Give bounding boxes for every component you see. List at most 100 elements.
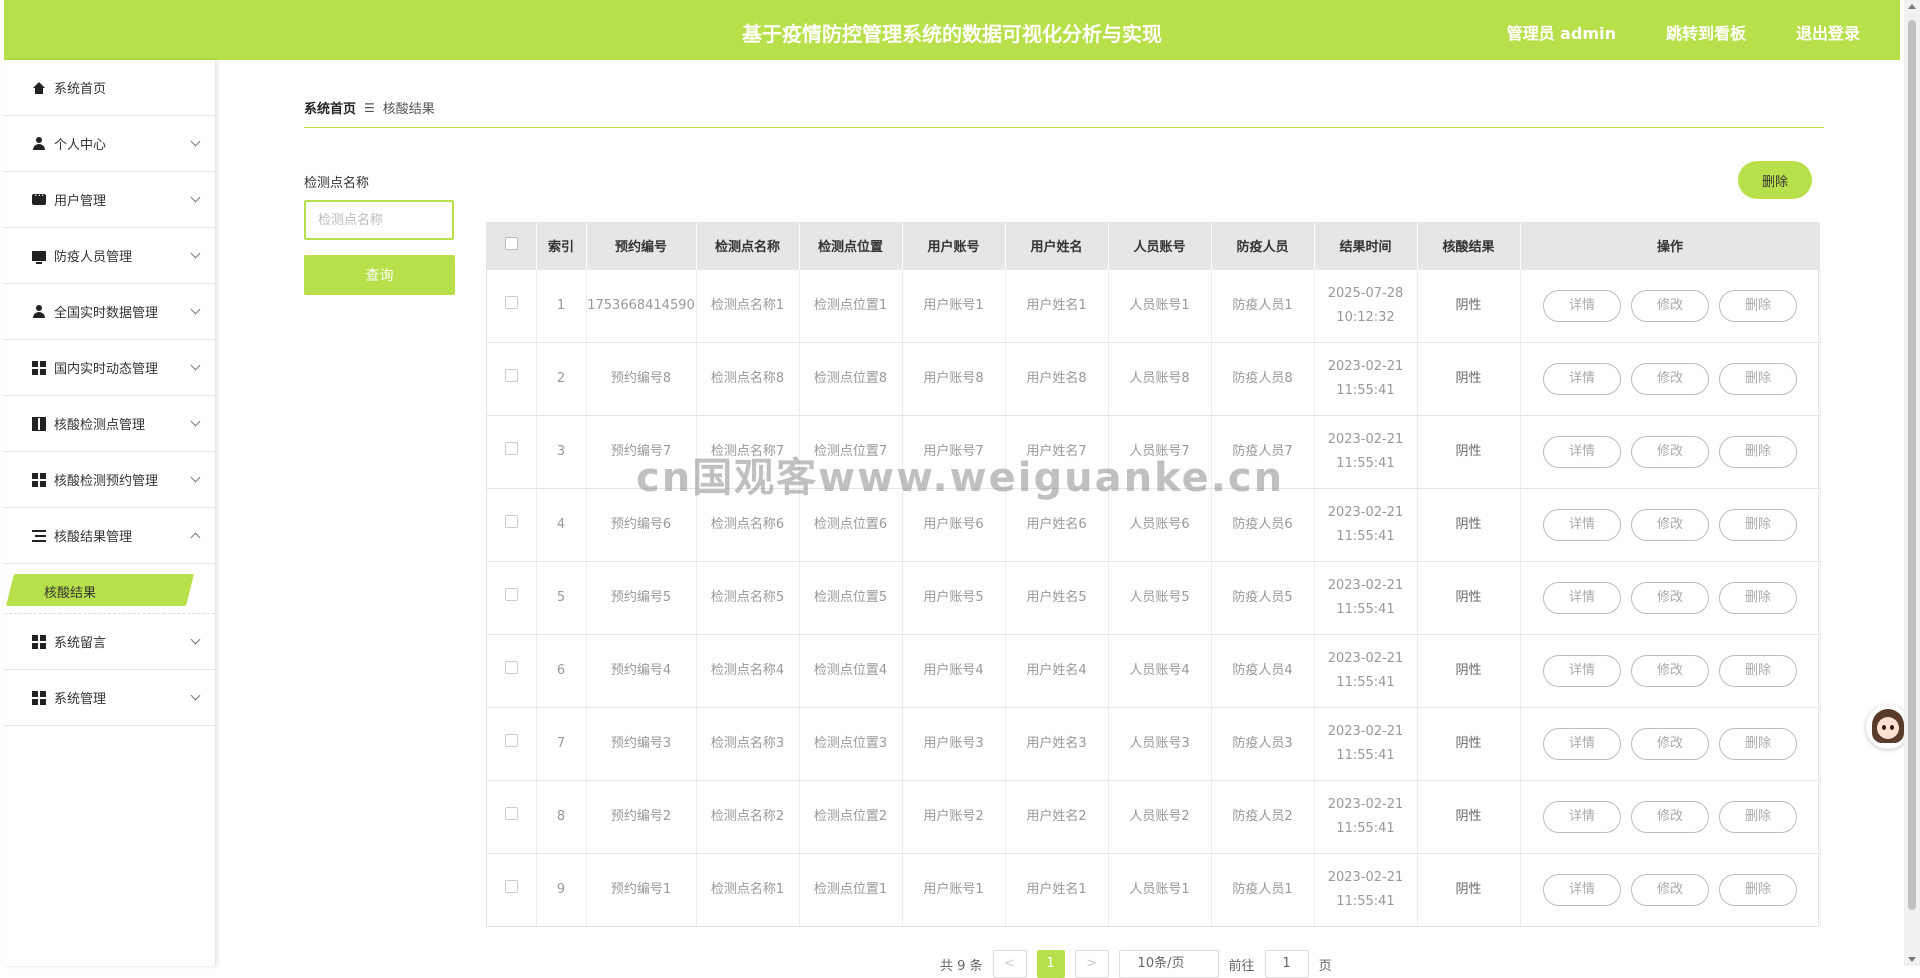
admin-label[interactable]: 管理员 admin [1507,20,1616,44]
delete-button[interactable]: 删除 [1719,435,1797,468]
detail-button[interactable]: 详情 [1543,873,1621,906]
cell-staff: 防疫人员4 [1211,634,1315,707]
cell-site: 检测点名称1 [696,269,800,342]
edit-button[interactable]: 修改 [1631,727,1709,760]
delete-button[interactable]: 删除 [1719,508,1797,541]
detail-button[interactable]: 详情 [1543,581,1621,614]
edit-button[interactable]: 修改 [1631,654,1709,687]
sidebar-item-national-data[interactable]: 全国实时数据管理 [4,284,215,340]
cell-result: 阴性 [1417,853,1521,926]
row-checkbox[interactable] [504,660,518,674]
cell-booking: 预约编号4 [586,634,697,707]
row-checkbox[interactable] [504,879,518,893]
cell-account: 用户账号1 [902,853,1006,926]
scroll-down-arrow-icon[interactable] [1908,957,1916,962]
edit-button[interactable]: 修改 [1631,362,1709,395]
select-all-checkbox[interactable] [504,237,518,251]
cell-name: 用户姓名1 [1005,269,1109,342]
chevron-down-icon [190,416,201,427]
delete-button[interactable]: 删除 [1719,362,1797,395]
sidebar-item-label: 系统留言 [54,636,107,651]
logout-link[interactable]: 退出登录 [1796,20,1860,44]
sidebar-item-personal-center[interactable]: 个人中心 [4,116,215,172]
result-time: 11:55:41 [1336,455,1395,471]
row-checkbox[interactable] [504,587,518,601]
chevron-down-icon [190,304,201,315]
detail-button[interactable]: 详情 [1543,654,1621,687]
board-link[interactable]: 跳转到看板 [1666,20,1746,44]
chevron-down-icon [190,472,201,483]
detail-button[interactable]: 详情 [1543,508,1621,541]
cell-staff-account: 人员账号8 [1108,342,1212,415]
book-icon [32,416,46,431]
delete-button[interactable]: 删除 [1719,289,1797,322]
detail-button[interactable]: 详情 [1543,727,1621,760]
sidebar-item-label: 个人中心 [54,138,107,153]
page-scrollbar[interactable] [1904,0,1920,966]
next-page-button[interactable]: > [1074,950,1109,978]
cell-index: 8 [536,780,587,853]
column-header: 结果时间 [1314,223,1418,269]
cell-account: 用户账号2 [902,780,1006,853]
cell-actions: 详情 修改 删除 [1520,853,1821,926]
row-checkbox[interactable] [504,368,518,382]
scrollbar-thumb[interactable] [1908,20,1916,910]
cell-index: 5 [536,561,587,634]
detail-button[interactable]: 详情 [1543,435,1621,468]
sidebar-item-staff-management[interactable]: 防疫人员管理 [4,228,215,284]
submenu-item-results[interactable]: 核酸结果 [44,582,96,601]
edit-button[interactable]: 修改 [1631,435,1709,468]
detail-button[interactable]: 详情 [1543,289,1621,322]
sidebar-item-messages[interactable]: 系统留言 [4,614,215,670]
delete-button[interactable]: 删除 [1719,800,1797,833]
edit-button[interactable]: 修改 [1631,800,1709,833]
breadcrumb-home[interactable]: 系统首页 [304,98,356,117]
sidebar-item-label: 核酸检测点管理 [54,418,146,433]
breadcrumb-divider [304,127,1824,128]
submenu-active-highlight [6,574,194,606]
current-page[interactable]: 1 [1036,950,1065,978]
edit-button[interactable]: 修改 [1631,873,1709,906]
chevron-down-icon [190,248,201,259]
sidebar-item-home[interactable]: 系统首页 [4,60,215,116]
column-header: 用户账号 [902,223,1006,269]
search-button[interactable]: 查询 [304,255,455,295]
sidebar-item-user-management[interactable]: 用户管理 [4,172,215,228]
search-input[interactable] [304,200,454,240]
delete-button[interactable]: 删除 [1719,654,1797,687]
row-checkbox[interactable] [504,514,518,528]
prev-page-button[interactable]: < [992,950,1027,978]
row-select-cell [487,853,537,926]
row-checkbox[interactable] [504,806,518,820]
row-select-cell [487,488,537,561]
row-checkbox[interactable] [504,733,518,747]
edit-button[interactable]: 修改 [1631,581,1709,614]
row-checkbox[interactable] [504,441,518,455]
cell-actions: 详情 修改 删除 [1520,342,1821,415]
table-row: 7 预约编号3 检测点名称3 检测点位置3 用户账号3 用户姓名3 人员账号3 防疫人员3 20… [487,707,1821,780]
edit-button[interactable]: 修改 [1631,508,1709,541]
result-time: 10:12:32 [1336,309,1395,325]
cell-account: 用户账号8 [902,342,1006,415]
chevron-down-icon [190,136,201,147]
sidebar-item-test-results[interactable]: 核酸结果管理 [4,508,215,564]
delete-button[interactable]: 删除 [1719,873,1797,906]
detail-button[interactable]: 详情 [1543,800,1621,833]
page-size-select[interactable]: 10条/页 [1118,950,1219,978]
detail-button[interactable]: 详情 [1543,362,1621,395]
cell-location: 检测点位置5 [799,561,903,634]
sidebar-item-test-sites[interactable]: 核酸检测点管理 [4,396,215,452]
row-checkbox[interactable] [504,295,518,309]
cell-account: 用户账号1 [902,269,1006,342]
sidebar-item-system[interactable]: 系统管理 [4,670,215,726]
sidebar-item-test-booking[interactable]: 核酸检测预约管理 [4,452,215,508]
goto-page-input[interactable]: 1 [1264,950,1309,978]
scroll-up-arrow-icon[interactable] [1908,4,1916,9]
cell-booking: 预约编号5 [586,561,697,634]
delete-button[interactable]: 删除 [1719,727,1797,760]
edit-button[interactable]: 修改 [1631,289,1709,322]
delete-button[interactable]: 删除 [1719,581,1797,614]
chevron-down-icon [190,192,201,203]
sidebar-item-domestic-news[interactable]: 国内实时动态管理 [4,340,215,396]
bulk-delete-button[interactable]: 删除 [1738,161,1812,199]
